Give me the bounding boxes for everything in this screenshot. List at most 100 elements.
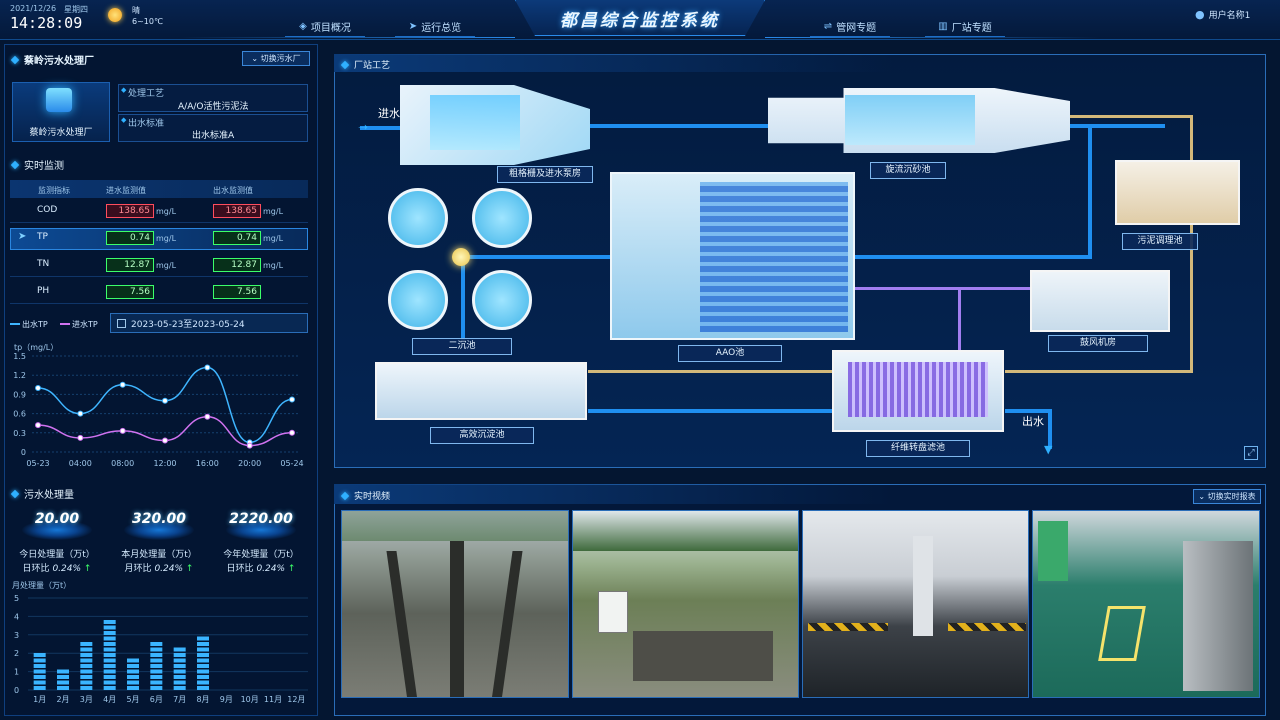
tp-trend-chart: 1.5 1.2 0.9 0.6 0.3 005-23 04:00 08:00 12:00 16:0… [13, 352, 303, 468]
bar-segment [150, 680, 163, 685]
date-text: 2021/12/26 [10, 4, 57, 13]
monthly-bar-chart: 5 4 3 2 1 0 1月 2月 3月 4月 5月 6月 7月 8月 9月 10月 11月 12月 [14, 594, 308, 704]
title-decor-left [180, 37, 515, 38]
camera-feed-4[interactable] [1032, 510, 1260, 698]
user-icon: ● [1195, 8, 1205, 21]
hazard-stripe-left [808, 623, 888, 631]
label-grit-chamber[interactable]: 旋流沉砂池 [870, 162, 946, 179]
clock-text: 14:28:09 [10, 14, 83, 32]
user-menu[interactable]: ● 用户名称1 [1195, 8, 1250, 21]
realtime-row[interactable] [10, 282, 308, 304]
rail-track-right [491, 551, 523, 697]
legend-out-line [10, 323, 20, 325]
label-screen-pump-house[interactable]: 粗格栅及进水泵房 [497, 166, 593, 183]
outflow-unit: mg/L [263, 207, 284, 216]
bar-segment [150, 669, 163, 674]
label-fiber-disc-filter[interactable]: 纤维转盘滤池 [866, 440, 970, 457]
bar-segment [173, 664, 186, 668]
process-title: 厂站工艺 [340, 58, 391, 71]
nav-pipe-network[interactable]: ⇌ 管网专题 [810, 17, 890, 37]
month-ratio: 月环比 0.24% ↑ [114, 561, 204, 574]
arrow-down-icon: ▼ [1044, 443, 1053, 456]
month-volume: 320.00 [131, 511, 187, 527]
nav-project-overview[interactable]: ◈ 项目概况 [285, 17, 365, 37]
factory-icon [46, 88, 72, 112]
bar-segment [173, 653, 186, 657]
bar [57, 669, 69, 690]
bar-segment [33, 669, 46, 674]
video-panel-header [334, 484, 1266, 504]
data-point-1 [35, 422, 41, 429]
label-blower-room[interactable]: 鼓风机房 [1048, 335, 1148, 352]
label-hi-eff-sedimentation[interactable]: 高效沉淀池 [430, 427, 534, 444]
label-secondary-clarifier[interactable]: 二沉池 [412, 338, 512, 355]
bar-segment [103, 653, 116, 657]
data-point-0 [162, 397, 168, 404]
pipe-sed-to-filter [588, 409, 833, 413]
chevrons-down-icon: ⌄ [1198, 492, 1208, 501]
bar-segment [173, 686, 186, 690]
year-ratio: 日环比 0.24% ↑ [216, 561, 306, 574]
ratio-label: 月环比 [124, 564, 152, 574]
indicator-name: TP [37, 232, 48, 242]
bar-segment [57, 680, 69, 685]
aao-aeration-grid [700, 182, 848, 332]
x-tick-label: 16:00 [196, 459, 219, 468]
bar-segment [150, 664, 163, 668]
video-title-text: 实时视频 [354, 492, 391, 502]
ratio-value: 0.24% [154, 564, 184, 574]
today-label: 今日处理量（万t） [19, 550, 95, 560]
x-tick-label: 6月 [150, 695, 163, 704]
x-tick-label: 5月 [126, 695, 139, 704]
bar-segment [173, 658, 186, 663]
camera-feed-1[interactable] [341, 510, 569, 698]
date-range-picker[interactable]: 2023-05-23至2023-05-24 [110, 313, 308, 333]
nav-operation-overview[interactable]: ➤ 运行总览 [395, 17, 475, 37]
bar-segment [173, 669, 186, 674]
title-marker-icon [10, 160, 20, 169]
title-marker-icon [10, 55, 20, 64]
green-door [1038, 521, 1068, 581]
pipe-icon: ⇌ [823, 21, 833, 32]
x-tick-label: 7月 [173, 695, 186, 704]
bar-segment [80, 653, 93, 657]
rail-track-left [386, 551, 418, 697]
bar-segment [80, 675, 93, 679]
inflow-unit: mg/L [156, 207, 177, 216]
system-title: 都昌综合监控系统 [560, 11, 720, 31]
bar-segment [127, 664, 139, 668]
bar-segment [103, 625, 116, 630]
label-aao-tank[interactable]: AAO池 [678, 345, 782, 362]
treatment-title-text: 污水处理量 [24, 490, 74, 501]
fullscreen-icon[interactable]: ⤢ [1244, 446, 1258, 460]
x-tick-label: 1月 [33, 695, 46, 704]
header-inflow: 进水监测值 [106, 186, 146, 195]
switch-plant-button[interactable]: ⌄ 切换污水厂 [242, 51, 310, 66]
outflow-value: 7.56 [213, 285, 261, 299]
standard-value: 出水标准A [192, 131, 235, 141]
bar-segment [80, 680, 93, 685]
process-title-text: 厂站工艺 [354, 61, 391, 71]
legend-in-line [60, 323, 70, 325]
filter-discs [848, 362, 988, 417]
inflow-value: 7.56 [106, 285, 154, 299]
secondary-clarifier-1 [388, 188, 448, 248]
bar-segment [57, 669, 69, 674]
outlet-label: 出水 [1022, 415, 1044, 428]
x-tick-label: 12月 [287, 695, 305, 704]
camera-feed-3[interactable] [802, 510, 1029, 698]
send-icon: ➤ [408, 21, 418, 32]
label-sludge-tank[interactable]: 污泥调理池 [1122, 233, 1198, 250]
realtime-title-text: 实时监测 [24, 161, 64, 172]
camera-feed-2[interactable] [572, 510, 799, 698]
hi-eff-sedimentation-model [375, 362, 587, 420]
switch-report-button[interactable]: ⌄ 切换实时报表 [1193, 489, 1261, 504]
nav-label: 厂站专题 [951, 23, 992, 34]
indicator-name: TN [37, 259, 50, 269]
data-point-1 [119, 427, 126, 434]
bar-segment [197, 664, 209, 668]
outflow-value: 138.65 [213, 204, 261, 218]
bar-segment [127, 675, 139, 679]
nav-plant-station[interactable]: ▥ 厂站专题 [925, 17, 1005, 37]
grit-water [845, 95, 975, 145]
